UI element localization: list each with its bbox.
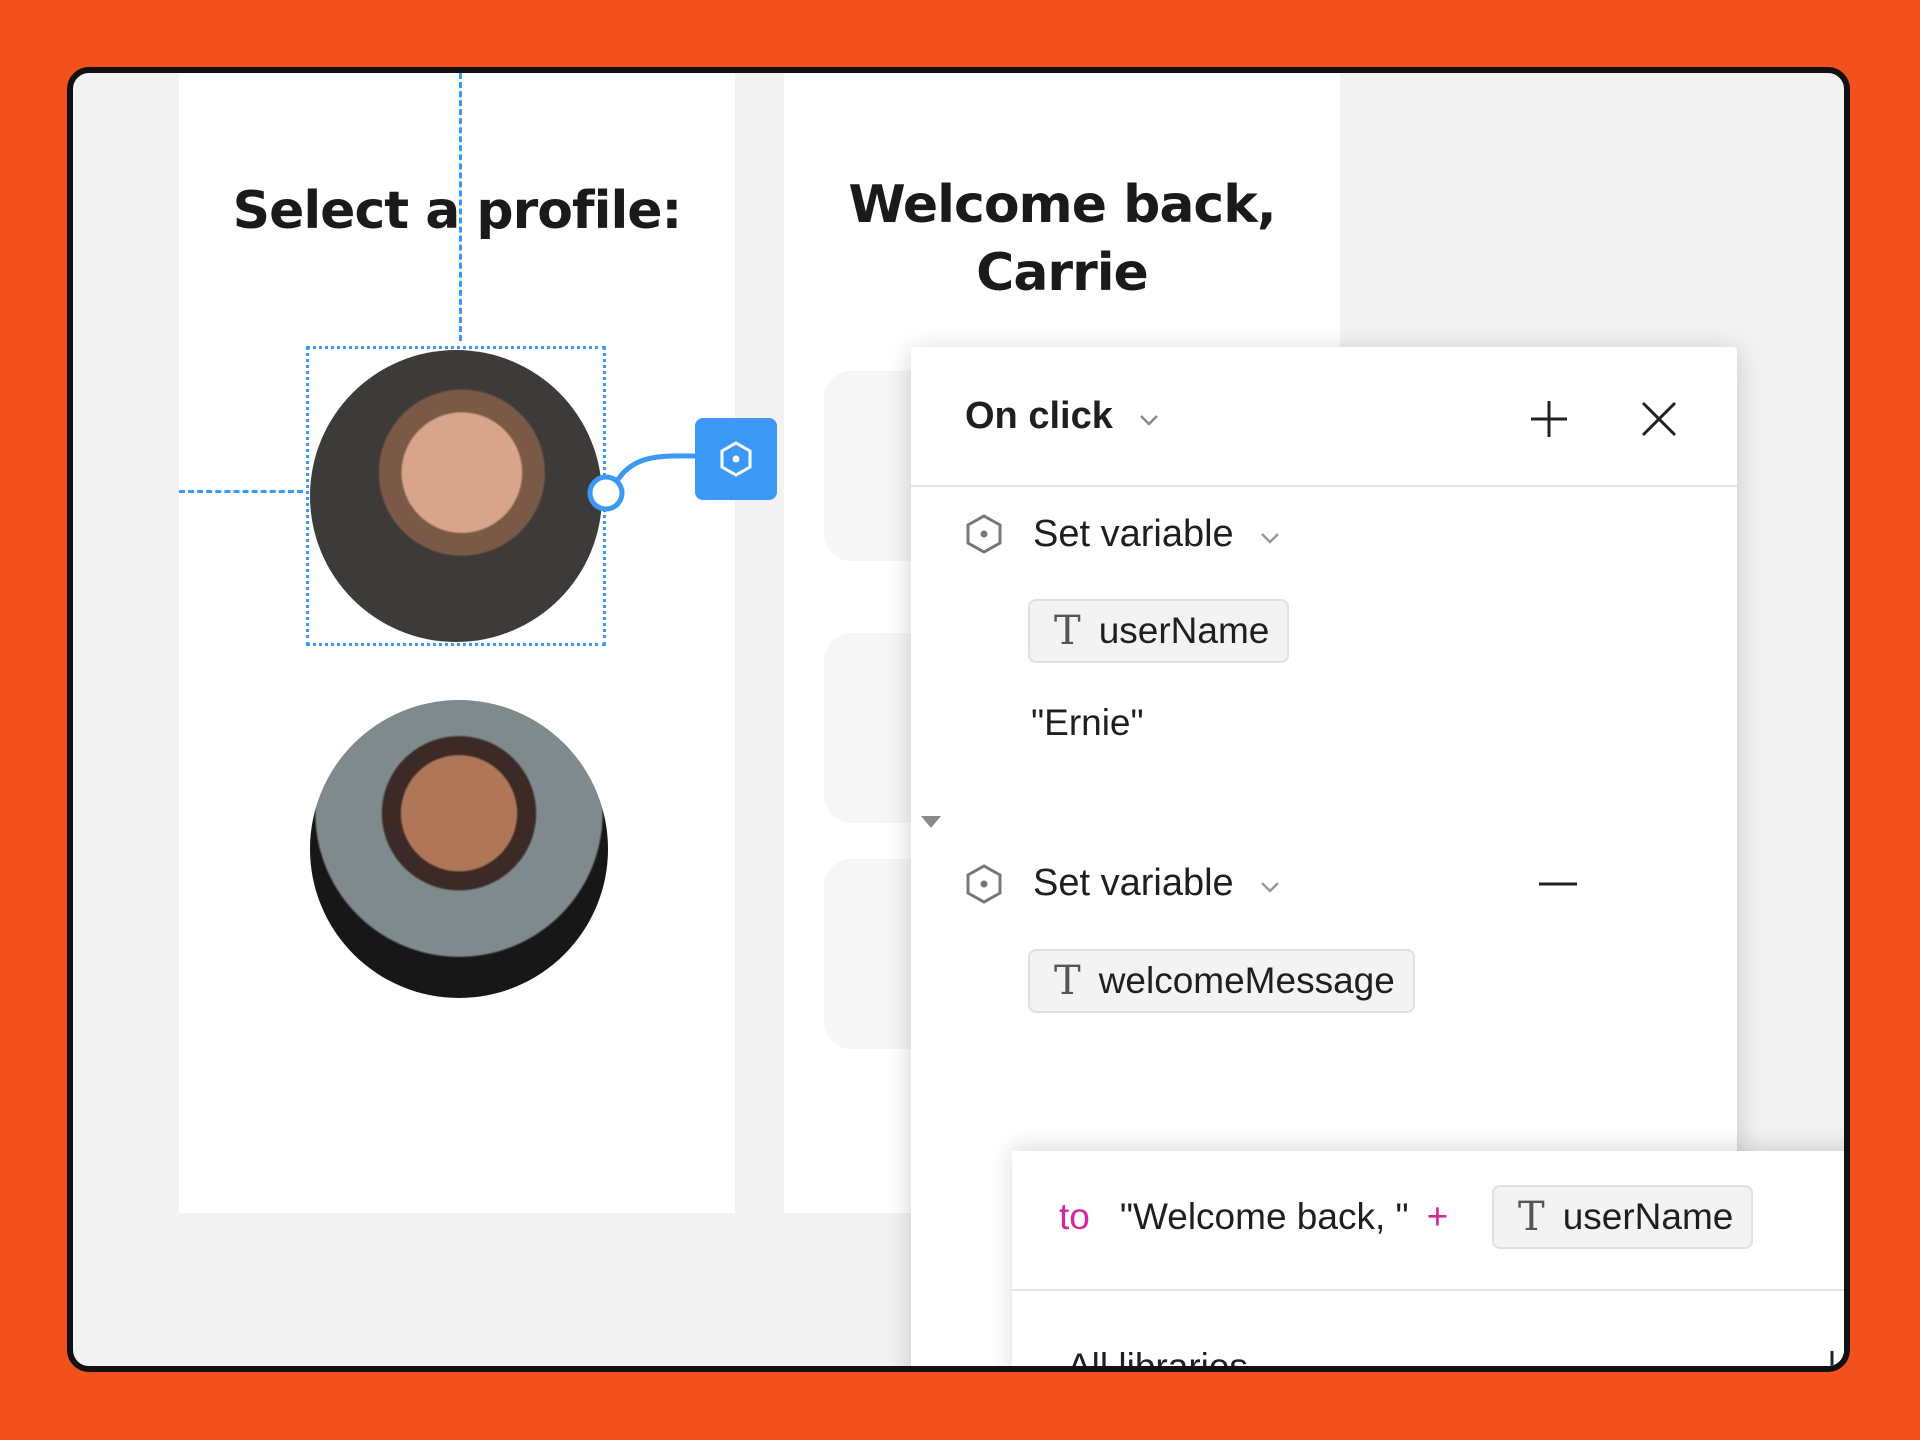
welcome-title-line2: Carrie <box>976 243 1149 303</box>
hexagon-variable-icon <box>966 864 1002 904</box>
variable-chip[interactable]: T userName <box>1028 599 1290 663</box>
hexagon-variable-icon <box>966 514 1002 554</box>
action-type-dropdown[interactable]: Set variable <box>1033 862 1282 905</box>
text-type-icon: T <box>1054 958 1081 1004</box>
value-field[interactable]: "Ernie" <box>1031 702 1144 744</box>
variable-name: userName <box>1098 610 1270 651</box>
chevron-down-icon <box>1261 533 1280 544</box>
plus-operator: + <box>1426 1196 1449 1237</box>
minus-icon <box>1539 882 1577 886</box>
variable-name: userName <box>1562 1196 1734 1237</box>
to-keyword: to <box>1059 1196 1090 1237</box>
welcome-title-line1: Welcome back, <box>848 175 1276 235</box>
plus-icon <box>1531 401 1567 437</box>
trigger-label: On click <box>965 395 1113 437</box>
variable-name: welcomeMessage <box>1098 960 1395 1001</box>
expression-sheet: to "Welcome back, " + T userName All lib… <box>1012 1151 1844 1372</box>
remove-action-button[interactable] <box>1529 869 1587 899</box>
expression-row[interactable]: to "Welcome back, " + <box>1059 1196 1448 1238</box>
add-library-button[interactable] <box>1804 1341 1844 1366</box>
chevron-down-icon <box>1272 1363 1296 1372</box>
text-type-icon: T <box>1518 1194 1545 1240</box>
string-literal: "Welcome back, " <box>1119 1196 1409 1237</box>
connector-handle[interactable] <box>587 474 625 512</box>
canvas-frame: Select a profile: Welcome back, Carrie O… <box>67 67 1850 1372</box>
close-icon <box>1641 401 1677 437</box>
variable-chip[interactable]: T userName <box>1492 1185 1754 1249</box>
welcome-title: Welcome back, Carrie <box>784 171 1340 307</box>
library-label: All libraries <box>1067 1346 1248 1372</box>
collapse-triangle-icon[interactable] <box>919 813 943 831</box>
variable-chip[interactable]: T welcomeMessage <box>1028 949 1415 1013</box>
divider <box>1012 1289 1844 1291</box>
chevron-down-icon <box>1140 415 1159 426</box>
close-panel-button[interactable] <box>1631 391 1687 447</box>
plus-icon <box>1830 1351 1834 1366</box>
profile-avatar-second[interactable] <box>310 700 608 998</box>
action-type-label: Set variable <box>1033 862 1234 904</box>
panel-header: On click <box>911 347 1737 487</box>
action-type-label: Set variable <box>1033 513 1234 555</box>
text-type-icon: T <box>1054 608 1081 654</box>
trigger-dropdown[interactable]: On click <box>965 395 1161 438</box>
hexagon-variable-icon <box>720 441 752 477</box>
library-dropdown[interactable]: All libraries <box>1067 1346 1296 1372</box>
action-type-dropdown[interactable]: Set variable <box>1033 513 1282 556</box>
interaction-trigger-button[interactable] <box>695 418 777 500</box>
prototype-connector <box>587 453 696 512</box>
add-action-button[interactable] <box>1521 391 1577 447</box>
chevron-down-icon <box>1261 882 1280 893</box>
